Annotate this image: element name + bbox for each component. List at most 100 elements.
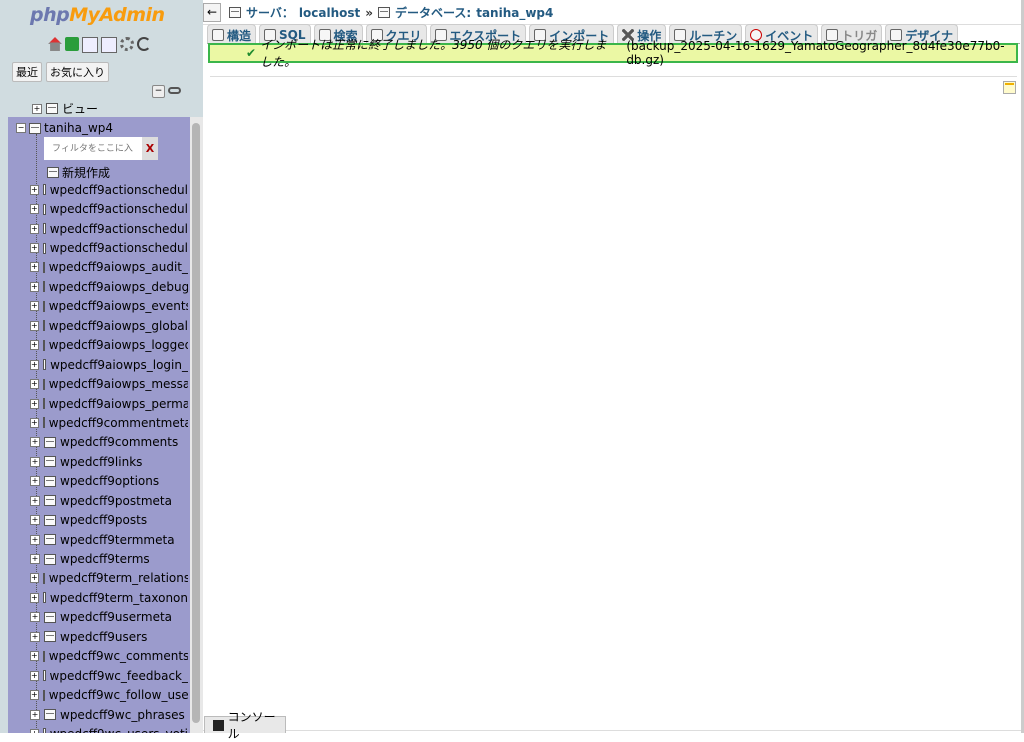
table-icon[interactable] xyxy=(42,261,45,273)
table-list-item[interactable]: + wpedcff9actionschedul xyxy=(30,219,188,238)
tree-item-views[interactable]: + ビュー xyxy=(32,100,98,117)
home-icon[interactable] xyxy=(48,37,62,51)
table-list-item[interactable]: + wpedcff9aiowps_messa xyxy=(30,374,188,393)
table-icon[interactable] xyxy=(44,514,56,526)
table-list-item[interactable]: + wpedcff9aiowps_perma xyxy=(30,394,188,413)
expand-icon[interactable]: + xyxy=(30,515,40,526)
table-icon[interactable] xyxy=(44,534,56,546)
table-name[interactable]: wpedcff9aiowps_logged xyxy=(49,338,188,352)
table-icon[interactable] xyxy=(42,572,45,584)
console-toggle[interactable]: コンソール xyxy=(204,710,286,741)
expand-icon[interactable]: + xyxy=(30,281,39,292)
table-list-item[interactable]: + wpedcff9actionschedul xyxy=(30,180,188,199)
table-icon[interactable] xyxy=(42,670,46,682)
table-list-item[interactable]: + wpedcff9wc_comments xyxy=(30,647,188,666)
expand-icon[interactable]: + xyxy=(30,223,39,234)
link-with-main-icon[interactable] xyxy=(168,87,181,94)
table-icon[interactable] xyxy=(44,631,56,643)
table-name[interactable]: wpedcff9wc_comments xyxy=(49,649,188,663)
table-name[interactable]: wpedcff9links xyxy=(60,455,142,469)
table-icon[interactable] xyxy=(42,223,46,235)
query-window-icon[interactable] xyxy=(82,37,98,53)
expand-icon[interactable]: + xyxy=(30,631,40,642)
database-name[interactable]: taniha_wp4 xyxy=(44,121,113,135)
table-name[interactable]: wpedcff9termmeta xyxy=(60,533,175,547)
expand-icon[interactable]: + xyxy=(30,573,39,584)
table-name[interactable]: wpedcff9terms xyxy=(60,552,150,566)
table-icon[interactable] xyxy=(42,650,45,662)
table-list-item[interactable]: + wpedcff9wc_feedback_ xyxy=(30,666,188,685)
table-list-item[interactable]: + wpedcff9terms xyxy=(30,549,188,568)
table-icon[interactable] xyxy=(42,203,46,215)
expand-icon[interactable]: + xyxy=(30,534,40,545)
expand-icon[interactable]: + xyxy=(30,204,39,215)
page-settings-icon[interactable] xyxy=(1003,81,1016,94)
table-name[interactable]: wpedcff9aiowps_events xyxy=(49,299,188,313)
server-name[interactable]: localhost xyxy=(299,6,360,20)
expand-icon[interactable]: + xyxy=(30,398,39,409)
tab-structure[interactable]: 構造 xyxy=(207,24,257,44)
table-icon[interactable] xyxy=(44,436,56,448)
expand-icon[interactable]: + xyxy=(30,612,40,623)
recent-tab[interactable]: 最近 xyxy=(12,62,42,82)
table-icon[interactable] xyxy=(44,709,56,721)
table-icon[interactable] xyxy=(42,689,45,701)
expand-icon[interactable]: + xyxy=(30,320,39,331)
table-icon[interactable] xyxy=(44,475,56,487)
scrollbar-thumb[interactable] xyxy=(192,123,200,723)
filter-input[interactable] xyxy=(44,142,142,155)
database-label[interactable]: データベース: xyxy=(395,4,471,21)
favorites-tab[interactable]: お気に入り xyxy=(46,62,109,82)
table-list-item[interactable]: + wpedcff9aiowps_events xyxy=(30,297,188,316)
table-name[interactable]: wpedcff9actionschedul xyxy=(50,222,188,236)
table-name[interactable]: wpedcff9wc_follow_use xyxy=(49,688,188,702)
table-name[interactable]: wpedcff9actionschedul xyxy=(50,183,188,197)
expand-icon[interactable]: + xyxy=(30,709,40,720)
table-name[interactable]: wpedcff9wc_feedback_ xyxy=(50,669,188,683)
table-name[interactable]: wpedcff9aiowps_debug xyxy=(49,280,188,294)
expand-icon[interactable]: + xyxy=(30,359,39,370)
table-list-item[interactable]: + wpedcff9wc_phrases xyxy=(30,705,188,724)
table-list-item[interactable]: + wpedcff9aiowps_login_ xyxy=(30,355,188,374)
expand-icon[interactable]: + xyxy=(30,728,39,733)
table-name[interactable]: wpedcff9aiowps_messa xyxy=(49,377,188,391)
server-label[interactable]: サーバ： xyxy=(246,4,294,21)
table-icon[interactable] xyxy=(42,320,45,332)
back-button[interactable]: ← xyxy=(203,3,221,22)
expand-icon[interactable]: + xyxy=(30,301,39,312)
table-icon[interactable] xyxy=(42,398,45,410)
table-list-item[interactable]: + wpedcff9posts xyxy=(30,510,188,529)
expand-icon[interactable]: + xyxy=(30,690,39,701)
collapse-icon[interactable]: − xyxy=(16,123,26,133)
table-name[interactable]: wpedcff9actionschedul xyxy=(50,202,188,216)
new-label[interactable]: 新規作成 xyxy=(62,164,110,181)
table-icon[interactable] xyxy=(42,592,46,604)
table-list-item[interactable]: + wpedcff9term_taxonon xyxy=(30,588,188,607)
table-list-item[interactable]: + wpedcff9users xyxy=(30,627,188,646)
table-list-item[interactable]: + wpedcff9aiowps_debug xyxy=(30,277,188,296)
table-list-item[interactable]: + wpedcff9links xyxy=(30,452,188,471)
table-list-item[interactable]: + wpedcff9commentmeta xyxy=(30,413,188,432)
expand-icon[interactable]: + xyxy=(30,340,39,351)
table-name[interactable]: wpedcff9comments xyxy=(60,435,178,449)
table-icon[interactable] xyxy=(42,728,46,733)
table-icon[interactable] xyxy=(44,553,56,565)
table-icon[interactable] xyxy=(44,495,56,507)
tree-item-database[interactable]: − taniha_wp4 xyxy=(16,121,113,135)
table-list-item[interactable]: + wpedcff9postmeta xyxy=(30,491,188,510)
table-name[interactable]: wpedcff9aiowps_global xyxy=(49,319,188,333)
expand-icon[interactable]: + xyxy=(30,554,40,565)
table-icon[interactable] xyxy=(42,184,46,196)
table-list-item[interactable]: + wpedcff9aiowps_logged xyxy=(30,336,188,355)
docs-icon[interactable] xyxy=(101,37,117,53)
clear-filter-button[interactable]: X xyxy=(142,137,158,160)
table-name[interactable]: wpedcff9wc_phrases xyxy=(60,708,185,722)
expand-icon[interactable]: + xyxy=(32,103,42,114)
expand-icon[interactable]: + xyxy=(30,476,40,487)
table-name[interactable]: wpedcff9users xyxy=(60,630,147,644)
settings-icon[interactable] xyxy=(120,37,134,51)
phpmyadmin-logo[interactable]: phpMyAdmin xyxy=(30,4,165,26)
expand-icon[interactable]: + xyxy=(30,592,39,603)
expand-icon[interactable]: + xyxy=(30,243,39,254)
expand-icon[interactable]: + xyxy=(30,262,39,273)
